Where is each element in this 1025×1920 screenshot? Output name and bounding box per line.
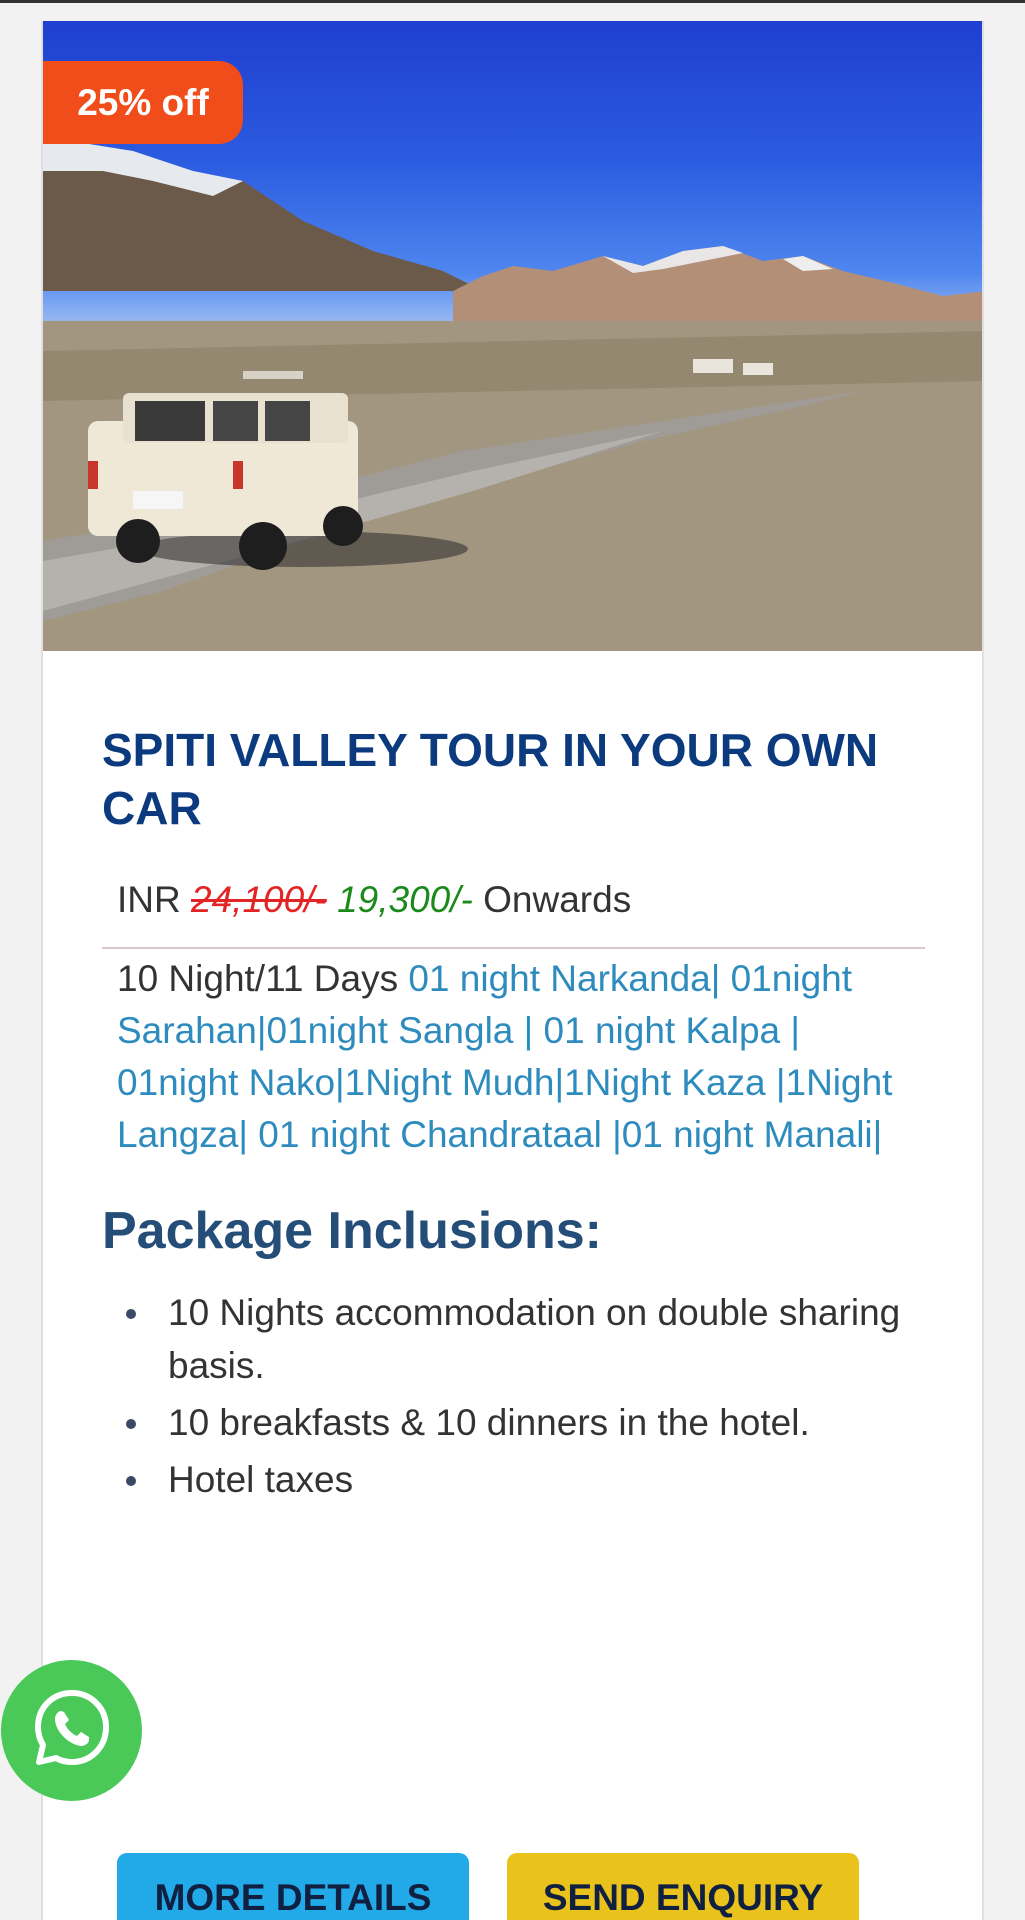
- price-discounted: 19,300/-: [337, 879, 473, 920]
- itinerary: 10 Night/11 Days 01 night Narkanda| 01ni…: [117, 953, 927, 1161]
- more-details-button[interactable]: MORE DETAILS: [117, 1853, 469, 1920]
- price-row: INR 24,100/- 19,300/- Onwards: [117, 879, 631, 921]
- tour-title[interactable]: SPITI VALLEY TOUR IN YOUR OWN CAR: [102, 721, 932, 837]
- status-bar-edge: [0, 0, 1025, 3]
- tour-card: 25% off SPITI VALLEY TOUR IN YOUR OWN CA…: [41, 21, 984, 1920]
- price-suffix: Onwards: [483, 879, 632, 920]
- send-enquiry-button[interactable]: SEND ENQUIRY: [507, 1853, 859, 1920]
- inclusions-heading: Package Inclusions:: [102, 1202, 602, 1260]
- price-divider: [102, 947, 925, 949]
- inclusions-list: 10 Nights accommodation on double sharin…: [126, 1286, 928, 1510]
- price-original: 24,100/-: [191, 879, 327, 920]
- discount-badge: 25% off: [43, 61, 243, 144]
- tour-hero-image[interactable]: 25% off: [43, 21, 982, 651]
- list-item: 10 Nights accommodation on double sharin…: [126, 1286, 928, 1392]
- tour-duration: 10 Night/11 Days: [117, 958, 399, 999]
- whatsapp-icon: [31, 1687, 113, 1774]
- whatsapp-button[interactable]: [1, 1660, 142, 1801]
- list-item: 10 breakfasts & 10 dinners in the hotel.: [126, 1396, 928, 1449]
- list-item: Hotel taxes: [126, 1453, 928, 1506]
- price-currency: INR: [117, 879, 181, 920]
